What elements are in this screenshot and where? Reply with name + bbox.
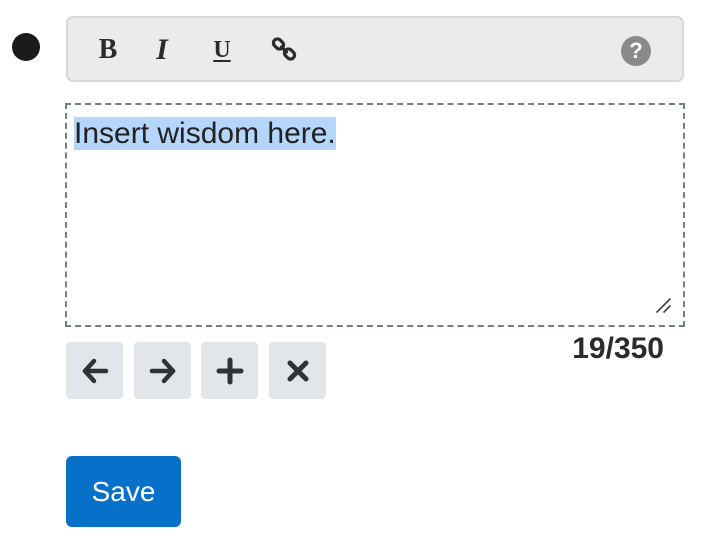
move-left-button[interactable] bbox=[66, 342, 123, 399]
link-icon bbox=[271, 37, 297, 61]
close-icon bbox=[287, 360, 308, 381]
resize-handle-icon[interactable] bbox=[654, 296, 672, 314]
remove-button[interactable] bbox=[269, 342, 326, 399]
underline-button[interactable]: U bbox=[204, 32, 240, 68]
selected-text: Insert wisdom here. bbox=[74, 117, 336, 150]
character-counter: 19/350 bbox=[572, 332, 664, 365]
item-editor: B I U ? Insert wisdom here. 19/350 Save bbox=[0, 0, 727, 542]
bold-button[interactable]: B bbox=[90, 32, 126, 68]
editor-focus-outline: Insert wisdom here. bbox=[65, 103, 685, 327]
arrow-right-icon bbox=[149, 358, 175, 383]
text-editor[interactable]: Insert wisdom here. bbox=[72, 111, 678, 320]
add-button[interactable] bbox=[201, 342, 258, 399]
move-right-button[interactable] bbox=[134, 342, 191, 399]
italic-button[interactable]: I bbox=[144, 32, 180, 68]
save-button[interactable]: Save bbox=[66, 456, 181, 527]
plus-icon bbox=[216, 357, 243, 384]
formatting-toolbar: B I U ? bbox=[66, 16, 684, 82]
list-bullet bbox=[12, 33, 40, 61]
link-button[interactable] bbox=[267, 32, 303, 68]
help-button[interactable]: ? bbox=[621, 36, 651, 66]
arrow-left-icon bbox=[82, 358, 108, 383]
